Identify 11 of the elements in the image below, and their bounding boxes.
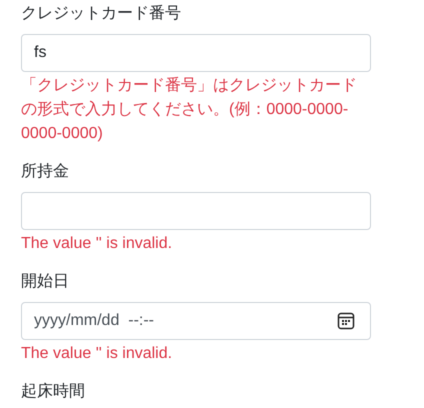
error-message: 「クレジットカード番号」はクレジットカードの形式で入力してください。(例：0000-0000-0000-0000) — [21, 76, 358, 144]
calendar-icon[interactable] — [337, 312, 355, 330]
field-label: 開始日 — [21, 272, 70, 292]
field-label: 起床時間 — [21, 382, 86, 402]
error-message: The value '' is invalid. — [21, 234, 174, 254]
field-label: 所持金 — [21, 162, 70, 182]
error-message: The value '' is invalid. — [21, 344, 174, 364]
field-label: クレジットカード番号 — [21, 4, 182, 24]
date-field[interactable]: yyyy/mm/dd --:-- — [21, 302, 371, 340]
text-field[interactable]: fs — [21, 34, 371, 72]
text-field[interactable] — [21, 192, 371, 230]
